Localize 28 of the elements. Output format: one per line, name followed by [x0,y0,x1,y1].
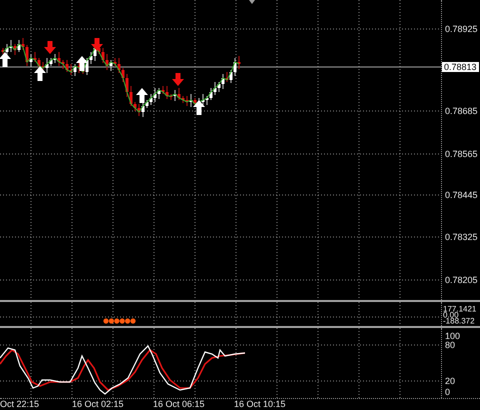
axis-label: 0 [445,386,450,397]
up-arrow-icon [136,88,148,103]
time-label: 16 Oct 10:15 [234,398,286,410]
time-label: 16 Oct 06:15 [153,398,205,410]
axis-label: 20 [445,376,456,386]
axis-label: 0.78685 [445,106,478,116]
time-label: Oct 22:15 [0,398,40,410]
down-arrow-icon [172,73,184,86]
axis-label: 80 [445,340,456,350]
up-arrow-icon [34,66,46,81]
up-arrow-icon [193,100,205,115]
down-arrow-icon [91,38,103,51]
axis-label: 0.78325 [445,232,478,242]
axis-label: 0.78925 [445,24,478,34]
axis-label: 100 [445,330,460,341]
axis-label: -188.372 [443,317,475,324]
axis-label: 0.00 [443,311,459,318]
axis-label: 0.78205 [445,275,478,285]
time-label: 16 Oct 02:15 [72,398,124,410]
current-price-label: 0.78813 [442,62,479,72]
axis-label: 0.78565 [445,149,478,159]
axis-label: 177.1421 [443,305,476,312]
down-arrow-icon [44,41,56,54]
up-arrow-icon [76,56,88,71]
triangle-icon [249,0,255,4]
dot-row-drawing [103,318,136,324]
up-arrow-icon [0,52,11,67]
axis-label: 0.78445 [445,190,478,200]
